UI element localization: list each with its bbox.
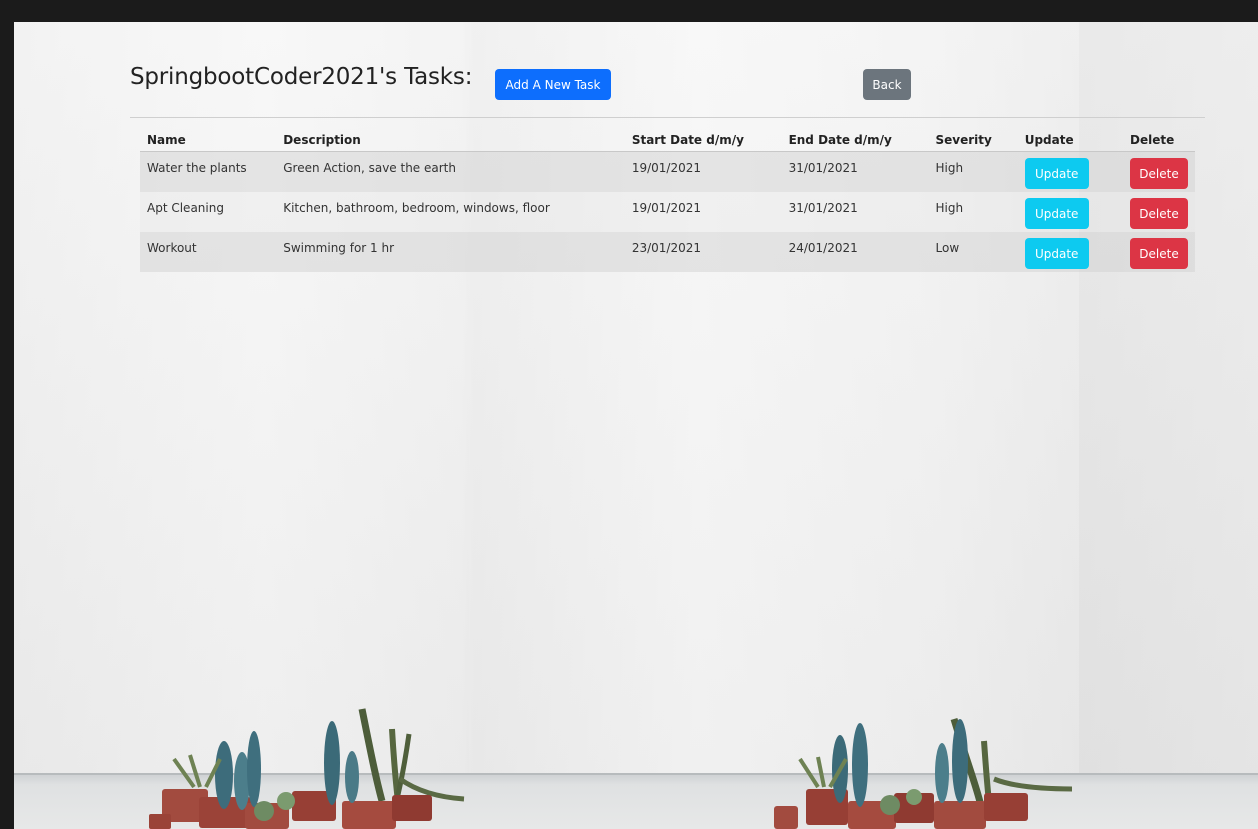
table-header: Name Description Start Date d/m/y End Da…: [140, 127, 1195, 152]
cell-end-date: 24/01/2021: [781, 232, 929, 272]
header-delete: Delete: [1123, 127, 1195, 152]
cell-severity: High: [928, 192, 1018, 232]
update-button[interactable]: Update: [1024, 238, 1089, 269]
table-row: Water the plants Green Action, save the …: [140, 151, 1195, 192]
potted-plant-icon: [149, 708, 1073, 829]
delete-button[interactable]: Delete: [1130, 198, 1188, 229]
header-severity: Severity: [928, 127, 1018, 152]
cactus-plant-icon: [774, 717, 1073, 829]
cell-name: Workout: [140, 232, 277, 272]
header-update: Update: [1017, 127, 1123, 152]
update-button[interactable]: Update: [1024, 198, 1089, 229]
cell-update: Update: [1017, 232, 1123, 272]
back-button[interactable]: Back: [863, 69, 911, 100]
cell-update: Update: [1017, 192, 1123, 232]
cell-start-date: 19/01/2021: [624, 151, 782, 192]
cell-severity: Low: [928, 232, 1018, 272]
header-end-date: End Date d/m/y: [781, 127, 929, 152]
cell-end-date: 31/01/2021: [781, 192, 929, 232]
cell-update: Update: [1017, 151, 1123, 192]
cell-name: Apt Cleaning: [140, 192, 277, 232]
table-header-row: Name Description Start Date d/m/y End Da…: [140, 127, 1195, 152]
cell-description: Green Action, save the earth: [276, 151, 625, 192]
cell-name: Water the plants: [140, 151, 277, 192]
update-button[interactable]: Update: [1024, 158, 1089, 189]
table-row: Apt Cleaning Kitchen, bathroom, bedroom,…: [140, 192, 1195, 232]
delete-button[interactable]: Delete: [1130, 158, 1188, 189]
page-header: SpringbootCoder2021's Tasks: Add A New T…: [130, 64, 1205, 100]
header-start-date: Start Date d/m/y: [624, 127, 782, 152]
header-description: Description: [276, 127, 625, 152]
add-task-button[interactable]: Add A New Task: [495, 69, 611, 100]
header-divider: [130, 117, 1205, 118]
delete-button[interactable]: Delete: [1130, 238, 1188, 269]
cell-end-date: 31/01/2021: [781, 151, 929, 192]
cell-severity: High: [928, 151, 1018, 192]
tasks-table: Name Description Start Date d/m/y End Da…: [140, 127, 1195, 272]
cell-delete: Delete: [1123, 232, 1195, 272]
cell-delete: Delete: [1123, 192, 1195, 232]
page-title: SpringbootCoder2021's Tasks:: [130, 64, 473, 90]
cell-delete: Delete: [1123, 151, 1195, 192]
tasks-table-container: Name Description Start Date d/m/y End Da…: [140, 127, 1195, 272]
header-name: Name: [140, 127, 277, 152]
table-body: Water the plants Green Action, save the …: [140, 151, 1195, 272]
cell-description: Kitchen, bathroom, bedroom, windows, flo…: [276, 192, 625, 232]
cell-start-date: 19/01/2021: [624, 192, 782, 232]
page-frame: SpringbootCoder2021's Tasks: Add A New T…: [14, 22, 1258, 829]
cactus-plant-icon: [149, 708, 465, 829]
table-row: Workout Swimming for 1 hr 23/01/2021 24/…: [140, 232, 1195, 272]
cell-start-date: 23/01/2021: [624, 232, 782, 272]
cell-description: Swimming for 1 hr: [276, 232, 625, 272]
